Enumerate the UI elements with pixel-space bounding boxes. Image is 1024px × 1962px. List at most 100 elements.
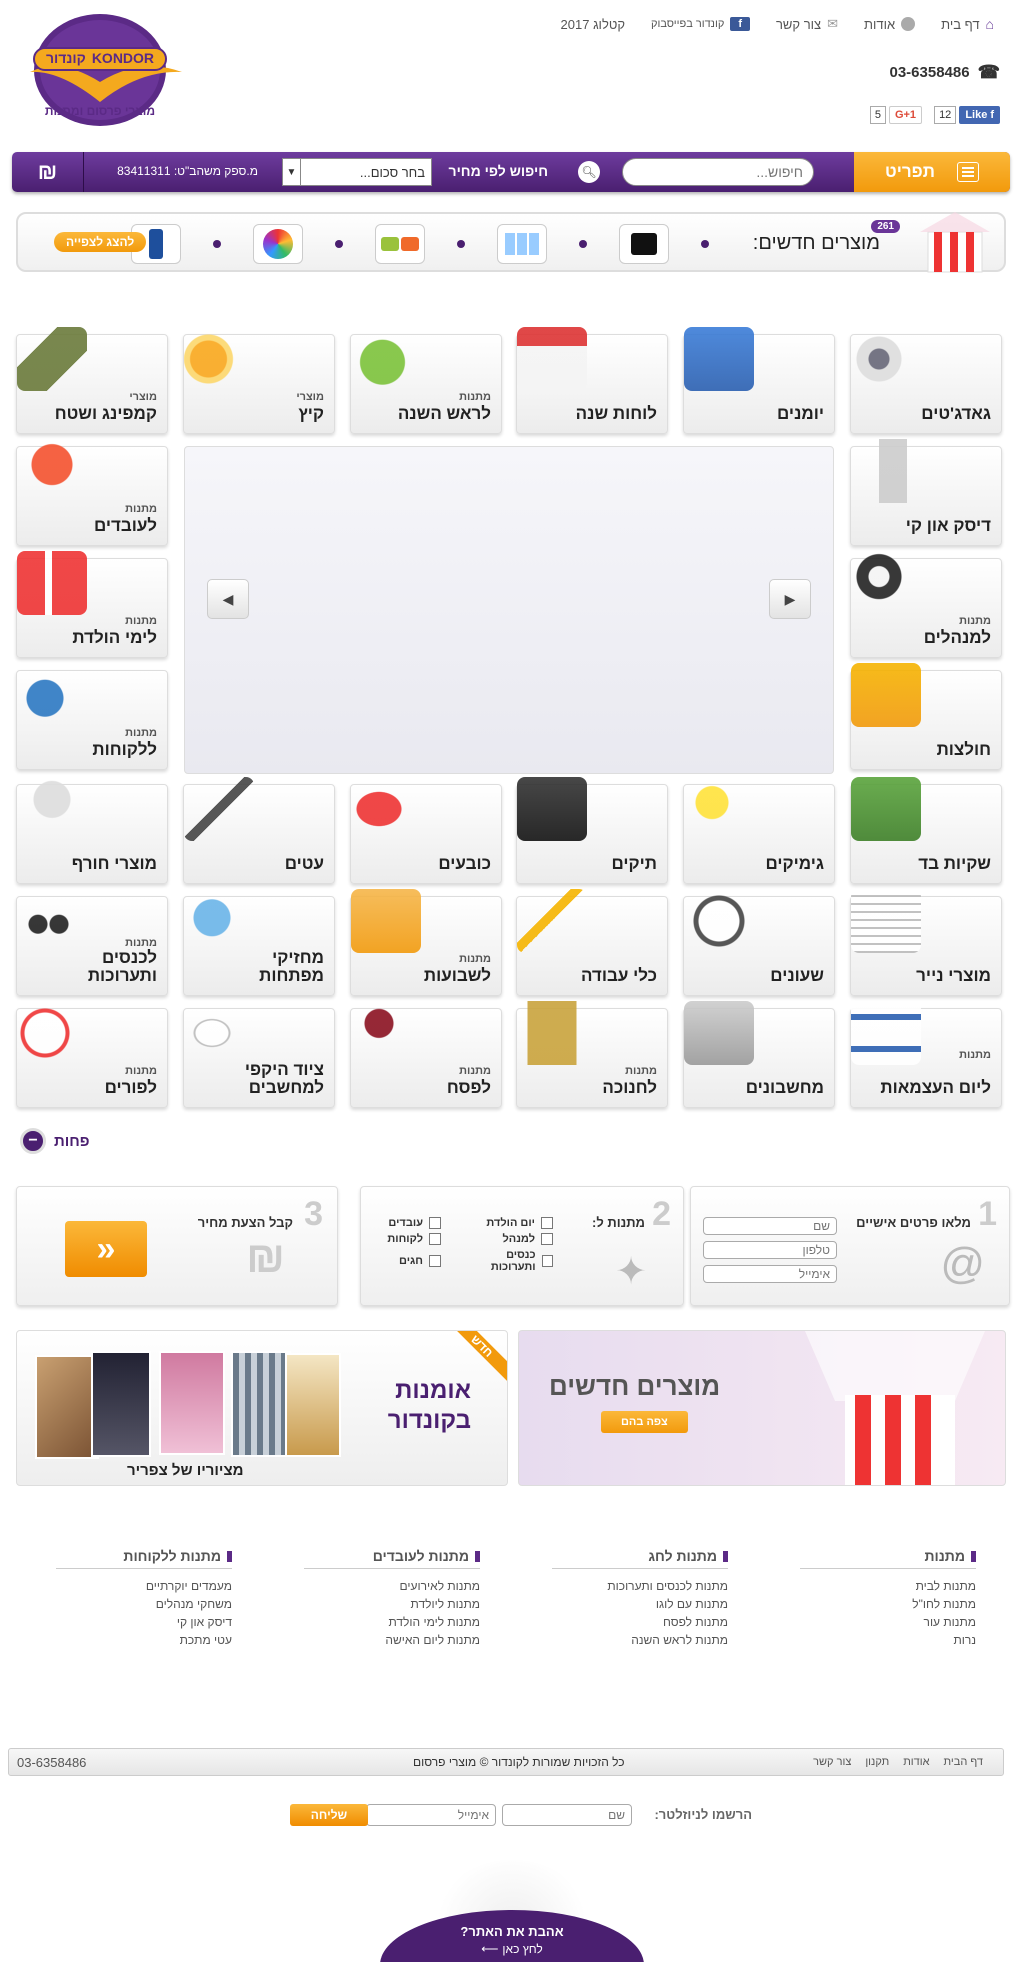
love-site-tab[interactable]: אהבת את האתר? ⟵ לחץ כאן [380, 1860, 644, 1962]
slider-prev-button[interactable]: ◀ [207, 579, 249, 619]
category-tile[interactable]: מתנות לימי הולדת [16, 551, 168, 658]
category-label: כובעים [438, 854, 491, 873]
menu-button[interactable]: תפריט [854, 152, 1010, 192]
bottom-link-home[interactable]: דף הבית [944, 1756, 983, 1768]
manager-icon [851, 551, 921, 615]
category-tile[interactable]: דיסק און קי [850, 439, 1002, 546]
opt-manager[interactable]: למנהל [463, 1233, 553, 1245]
category-sub-label: מוצרי [296, 391, 324, 403]
checkbox[interactable] [429, 1255, 441, 1267]
footer-link[interactable]: מתנות עם לוגו [552, 1595, 728, 1613]
footer-link[interactable]: מתנות ליום האישה [304, 1631, 480, 1649]
get-quote-button[interactable]: « [65, 1221, 147, 1277]
checkbox[interactable] [541, 1217, 553, 1229]
footer-link[interactable]: מתנות ליולדת [304, 1595, 480, 1613]
product-thumb-stickers[interactable] [497, 224, 547, 264]
category-tile[interactable]: שקיות בד [850, 777, 1002, 884]
fb-like-button[interactable]: f Like 12 [934, 106, 1000, 124]
category-tile[interactable]: מתנות לראש השנה [350, 327, 502, 434]
opt-conferences[interactable]: כנסים ותערוכות [463, 1249, 553, 1273]
product-thumb-umbrella[interactable] [253, 224, 303, 264]
new-products-banner[interactable]: מוצרים חדשים צפה בהם [518, 1330, 1006, 1486]
category-tile[interactable]: גאדג'טים [850, 327, 1002, 434]
category-tile[interactable]: ציוד היקפי למחשבים [183, 1001, 335, 1108]
nav-home[interactable]: ⌂ דף בית [941, 16, 994, 32]
art-banner[interactable]: חדש אומנות בקונדור מציוריו של צפריר [16, 1330, 508, 1486]
email-field[interactable] [703, 1265, 837, 1283]
footer-link[interactable]: מתנות לפסח [552, 1613, 728, 1631]
footer-link[interactable]: מתנות לימי הולדת [304, 1613, 480, 1631]
footer-link[interactable]: מתנות לאירועים [304, 1577, 480, 1595]
footer-link[interactable]: עטי מתכת [56, 1631, 232, 1649]
checkbox[interactable] [541, 1255, 553, 1267]
category-tile[interactable]: מחזיקי מפתחות [183, 889, 335, 996]
opt-holidays[interactable]: חגים [387, 1249, 441, 1273]
category-label: לפורים [104, 1078, 157, 1097]
search-input[interactable] [622, 158, 814, 186]
checkbox[interactable] [541, 1233, 553, 1245]
category-tile[interactable]: מחשבונים [683, 1001, 835, 1108]
product-thumb-lunchbox[interactable] [375, 224, 425, 264]
bottom-link-about[interactable]: אודות [903, 1756, 929, 1768]
clock-icon [684, 889, 754, 953]
view-new-products-button[interactable]: להצג לצפייה [54, 232, 147, 252]
bottom-link-terms[interactable]: תקנון [865, 1756, 889, 1768]
category-tile[interactable]: תיקים [516, 777, 668, 884]
checkbox[interactable] [429, 1233, 441, 1245]
category-tile[interactable]: מוצרי חורף [16, 777, 168, 884]
nav-contact[interactable]: ✉ צור קשר [776, 16, 838, 32]
footer-link[interactable]: משחקי מנהלים [56, 1595, 232, 1613]
category-tile[interactable]: כלי עבודה [516, 889, 668, 996]
category-tile[interactable]: שעונים [683, 889, 835, 996]
category-tile[interactable]: מתנות לפסח [350, 1001, 502, 1108]
opt-employees[interactable]: עובדים [387, 1217, 441, 1229]
opt-birthday[interactable]: יום הולדת [463, 1217, 553, 1229]
category-tile[interactable]: חולצות [850, 663, 1002, 770]
category-tile[interactable]: מוצרי נייר [850, 889, 1002, 996]
category-tile[interactable]: מתנות לעובדים [16, 439, 168, 546]
footer-link[interactable]: מתנות לבית [800, 1577, 976, 1595]
category-tile[interactable]: גימיקים [683, 777, 835, 884]
footer-link[interactable]: נרות [800, 1631, 977, 1649]
category-tile[interactable]: מוצרי קמפינג ושטח [16, 327, 168, 434]
category-tile[interactable]: מתנות לחנוכה [516, 1001, 668, 1108]
footer-link[interactable]: מתנות עור [800, 1613, 976, 1631]
checkbox[interactable] [429, 1217, 441, 1229]
bottom-link-contact[interactable]: צור קשר [813, 1756, 851, 1768]
category-tile[interactable]: מתנות לפורים [16, 1001, 168, 1108]
category-tile[interactable]: לוחות שנה [516, 327, 668, 434]
name-field[interactable] [703, 1217, 837, 1235]
category-tile[interactable]: מתנות ליום העצמאות [850, 1001, 1002, 1108]
logo[interactable]: KONDOR קונדור מוצרי פרסום ומתנות [10, 12, 190, 132]
nav-about[interactable]: אודות [864, 17, 916, 32]
phone-field[interactable] [703, 1241, 837, 1259]
footer-link[interactable]: מעמדים יוקרתיים [56, 1577, 232, 1595]
show-less-button[interactable]: − פחות [20, 1128, 90, 1154]
gplus-button[interactable]: G+1 5 [869, 106, 923, 124]
search-button[interactable]: 🔍︎ [578, 161, 600, 183]
footer-link[interactable]: מתנות לחו"ל [800, 1595, 976, 1613]
social-buttons: f Like 12 G+1 5 [869, 106, 1000, 124]
product-thumb-mug[interactable] [619, 224, 669, 264]
category-tile[interactable]: מתנות למנהלים [850, 551, 1002, 658]
view-them-button[interactable]: צפה בהם [601, 1411, 688, 1433]
footer-link[interactable]: מתנות לכנסים ותערוכות [552, 1577, 728, 1595]
nav-catalog[interactable]: קטלוג 2017 [561, 17, 625, 32]
opt-clients[interactable]: לקוחות [387, 1233, 441, 1245]
minus-circle-icon: − [20, 1128, 46, 1154]
category-tile[interactable]: מתנות ללקוחות [16, 663, 168, 770]
newsletter-send-button[interactable]: שליחה [290, 1804, 368, 1826]
newsletter-name-field[interactable] [502, 1804, 632, 1826]
amount-select[interactable]: בחר סכום... ▼ [282, 158, 432, 186]
category-tile[interactable]: מתנות לשבועות [350, 889, 502, 996]
footer-link[interactable]: מתנות לראש השנה [552, 1631, 728, 1649]
category-tile[interactable]: כובעים [350, 777, 502, 884]
category-tile[interactable]: עטים [183, 777, 335, 884]
nav-facebook[interactable]: f קונדור בפייסבוק [651, 17, 750, 31]
category-tile[interactable]: יומנים [683, 327, 835, 434]
slider-next-button[interactable]: ▶ [769, 579, 811, 619]
footer-link[interactable]: דיסק און קי [56, 1613, 232, 1631]
category-tile[interactable]: מוצרי קיץ [183, 327, 335, 434]
category-tile[interactable]: מתנות לכנסים ותערוכות [16, 889, 168, 996]
newsletter-email-field[interactable] [366, 1804, 496, 1826]
